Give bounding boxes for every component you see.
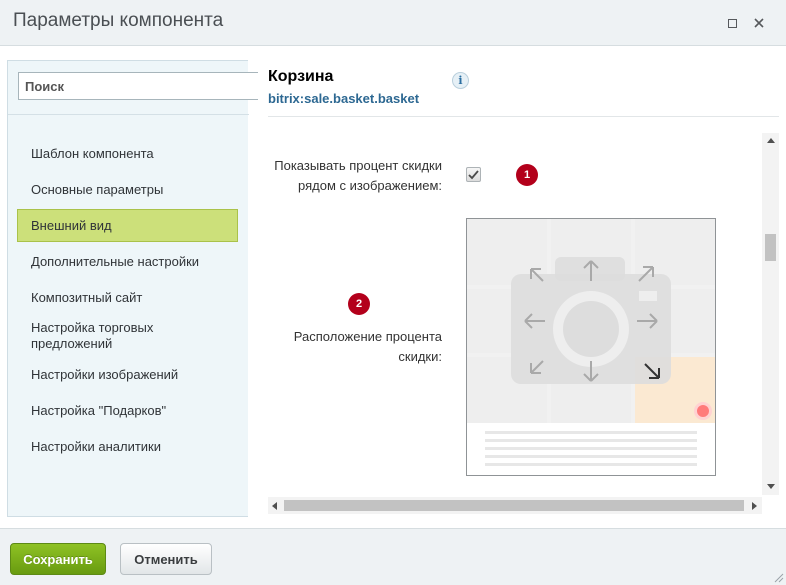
show-discount-label: Показывать процент скидки рядом с изобра… <box>262 156 442 196</box>
text-placeholder-line <box>485 431 697 434</box>
label-line: рядом с изображением: <box>298 178 442 193</box>
text-placeholder-line <box>485 439 697 442</box>
sidebar-item-template[interactable]: Шаблон компонента <box>17 146 238 162</box>
save-button[interactable]: Сохранить <box>10 543 106 575</box>
scroll-right-icon[interactable] <box>752 502 757 510</box>
label-line: Показывать процент скидки <box>274 158 442 173</box>
vertical-scrollbar[interactable] <box>762 133 779 495</box>
hint-badge-1: 1 <box>516 164 538 186</box>
dialog-footer: Сохранить Отменить <box>0 528 786 585</box>
sidebar-item-offers[interactable]: Настройка торговых предложений <box>17 320 197 352</box>
info-icon[interactable]: i <box>452 72 469 89</box>
header-divider <box>268 116 779 117</box>
sidebar-item-label: Настройки изображений <box>31 367 179 382</box>
sidebar-divider <box>8 114 249 115</box>
resize-grip-icon[interactable] <box>772 571 784 583</box>
window-title: Параметры компонента <box>13 10 224 31</box>
show-discount-checkbox[interactable] <box>466 167 481 182</box>
maximize-button[interactable] <box>723 14 741 32</box>
vertical-scroll-thumb[interactable] <box>765 234 776 261</box>
sidebar-item-label: Основные параметры <box>31 182 164 197</box>
scroll-left-icon[interactable] <box>272 502 277 510</box>
sidebar-item-label: Настройки аналитики <box>31 439 162 454</box>
title-bar: Параметры компонента <box>0 0 786 46</box>
close-icon <box>754 18 764 28</box>
sidebar-item-images[interactable]: Настройки изображений <box>17 367 238 383</box>
horizontal-scrollbar[interactable] <box>268 497 762 514</box>
component-code: bitrix:sale.basket.basket <box>268 91 420 106</box>
close-button[interactable] <box>750 14 768 32</box>
text-placeholder-line <box>485 455 697 458</box>
discount-marker <box>694 402 712 420</box>
component-title: Корзина <box>268 68 334 85</box>
arrow-bottom-right-icon <box>644 363 660 379</box>
sidebar-item-composite[interactable]: Композитный сайт <box>17 290 238 306</box>
sidebar-item-additional[interactable]: Дополнительные настройки <box>17 254 238 270</box>
sidebar-item-gifts[interactable]: Настройка "Подарков" <box>17 403 238 419</box>
horizontal-scroll-thumb[interactable] <box>284 500 744 511</box>
hint-badge-2: 2 <box>348 293 370 315</box>
scroll-down-icon[interactable] <box>767 484 775 489</box>
label-line: скидки: <box>398 349 442 364</box>
label-line: Расположение процента <box>293 329 442 344</box>
sidebar-item-label: Внешний вид <box>31 217 112 233</box>
sidebar: Шаблон компонента Основные параметры Вне… <box>7 60 258 517</box>
sidebar-item-analytics[interactable]: Настройки аналитики <box>17 439 238 455</box>
sidebar-item-label: Дополнительные настройки <box>31 254 200 269</box>
search-input[interactable] <box>19 73 258 99</box>
sidebar-item-label: Композитный сайт <box>31 290 143 305</box>
checkmark-icon <box>468 169 479 179</box>
sidebar-item-label: Шаблон компонента <box>31 146 154 161</box>
discount-position-picker <box>466 218 716 476</box>
maximize-icon <box>727 18 737 28</box>
sidebar-item-label: Настройка "Подарков" <box>31 403 167 418</box>
text-placeholder-line <box>485 447 697 450</box>
sidebar-item-appearance[interactable]: Внешний вид <box>17 209 238 242</box>
text-placeholder-line <box>485 463 697 466</box>
discount-position-label: Расположение процента скидки: <box>262 327 442 367</box>
cancel-button[interactable]: Отменить <box>120 543 212 575</box>
scroll-up-icon[interactable] <box>767 138 775 143</box>
sidebar-item-main-params[interactable]: Основные параметры <box>17 182 238 198</box>
search-box[interactable] <box>18 72 258 100</box>
sidebar-item-label: Настройка торговых предложений <box>31 320 154 351</box>
